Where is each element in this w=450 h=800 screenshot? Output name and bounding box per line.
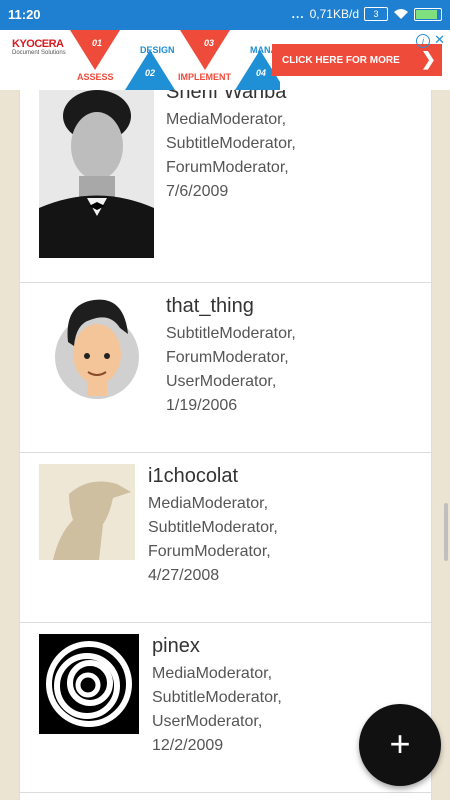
user-avatar bbox=[39, 634, 139, 734]
user-role: SubtitleModerator, bbox=[166, 325, 296, 342]
user-role: SubtitleModerator, bbox=[148, 519, 278, 536]
ad-step-num: 01 bbox=[92, 38, 103, 48]
user-role: UserModerator, bbox=[166, 373, 277, 390]
user-role: MediaModerator, bbox=[152, 665, 273, 682]
user-name: i1chocolat bbox=[148, 465, 239, 487]
user-name: that_thing bbox=[166, 295, 254, 317]
ad-brand: KYOCERA bbox=[12, 38, 64, 50]
add-button[interactable]: + bbox=[359, 704, 441, 786]
network-speed: 0,71KB/d bbox=[309, 7, 359, 21]
user-role: SubtitleModerator, bbox=[166, 135, 296, 152]
user-role: MediaModerator, bbox=[166, 111, 287, 128]
sim-icon: 3 bbox=[364, 7, 388, 21]
user-avatar bbox=[55, 299, 139, 399]
ad-step-num: 04 bbox=[256, 68, 267, 78]
sim-number: 3 bbox=[373, 9, 379, 19]
user-date: 1/19/2006 bbox=[166, 397, 238, 414]
ad-cta-label: CLICK HERE FOR MORE bbox=[282, 54, 400, 66]
ad-close-icon[interactable]: ✕ bbox=[434, 32, 445, 48]
user-role: ForumModerator, bbox=[166, 159, 289, 176]
scrollbar-thumb[interactable] bbox=[444, 503, 448, 561]
user-role: SubtitleModerator, bbox=[152, 689, 282, 706]
ad-banner[interactable]: KYOCERA Document Solutions 01 ASSESS DES… bbox=[0, 30, 450, 90]
user-roles: MediaModerator, SubtitleModerator, UserM… bbox=[152, 662, 282, 734]
notification-dots: ... bbox=[291, 7, 305, 21]
user-avatar bbox=[39, 90, 154, 258]
user-avatar bbox=[39, 464, 135, 560]
battery-fill bbox=[416, 9, 437, 19]
wifi-icon bbox=[394, 9, 408, 19]
list-item[interactable]: that_thing SubtitleModerator, ForumModer… bbox=[20, 282, 431, 453]
user-roles: MediaModerator, SubtitleModerator, Forum… bbox=[148, 492, 278, 564]
list-item[interactable]: i1chocolat MediaModerator, SubtitleModer… bbox=[20, 452, 431, 623]
user-role: UserModerator, bbox=[152, 713, 263, 730]
user-date: 7/6/2009 bbox=[166, 183, 229, 200]
user-name: pinex bbox=[152, 635, 200, 657]
chevron-right-icon: ❯ bbox=[420, 49, 436, 69]
user-date: 4/27/2008 bbox=[148, 567, 220, 584]
status-time: 11:20 bbox=[8, 7, 41, 22]
ad-info-icon[interactable]: i bbox=[416, 34, 430, 48]
list-item[interactable]: Sherif Wahba MediaModerator, SubtitleMod… bbox=[20, 90, 431, 283]
status-icons: ... 0,71KB/d 3 bbox=[292, 7, 442, 21]
ad-step-label: DESIGN bbox=[140, 45, 175, 55]
ad-cta-button[interactable]: CLICK HERE FOR MORE ❯ bbox=[272, 44, 442, 76]
ad-step-num: 03 bbox=[204, 38, 215, 48]
ad-step-label: ASSESS bbox=[77, 72, 114, 82]
user-roles: MediaModerator, SubtitleModerator, Forum… bbox=[166, 108, 296, 180]
user-role: MediaModerator, bbox=[148, 495, 269, 512]
user-role: ForumModerator, bbox=[148, 543, 271, 560]
user-name: Sherif Wahba bbox=[166, 90, 287, 103]
user-date: 12/2/2009 bbox=[152, 737, 224, 754]
ad-logo: KYOCERA Document Solutions bbox=[12, 38, 70, 56]
user-role: ForumModerator, bbox=[166, 349, 289, 366]
ad-brand-tag: Document Solutions bbox=[12, 50, 66, 56]
user-roles: SubtitleModerator, ForumModerator, UserM… bbox=[166, 322, 296, 394]
ad-step-num: 02 bbox=[145, 68, 156, 78]
battery-icon bbox=[414, 7, 442, 21]
moderator-list: Sherif Wahba MediaModerator, SubtitleMod… bbox=[19, 90, 432, 800]
status-bar: 11:20 ... 0,71KB/d 3 bbox=[0, 0, 450, 30]
ad-step-label: IMPLEMENT bbox=[178, 72, 231, 82]
